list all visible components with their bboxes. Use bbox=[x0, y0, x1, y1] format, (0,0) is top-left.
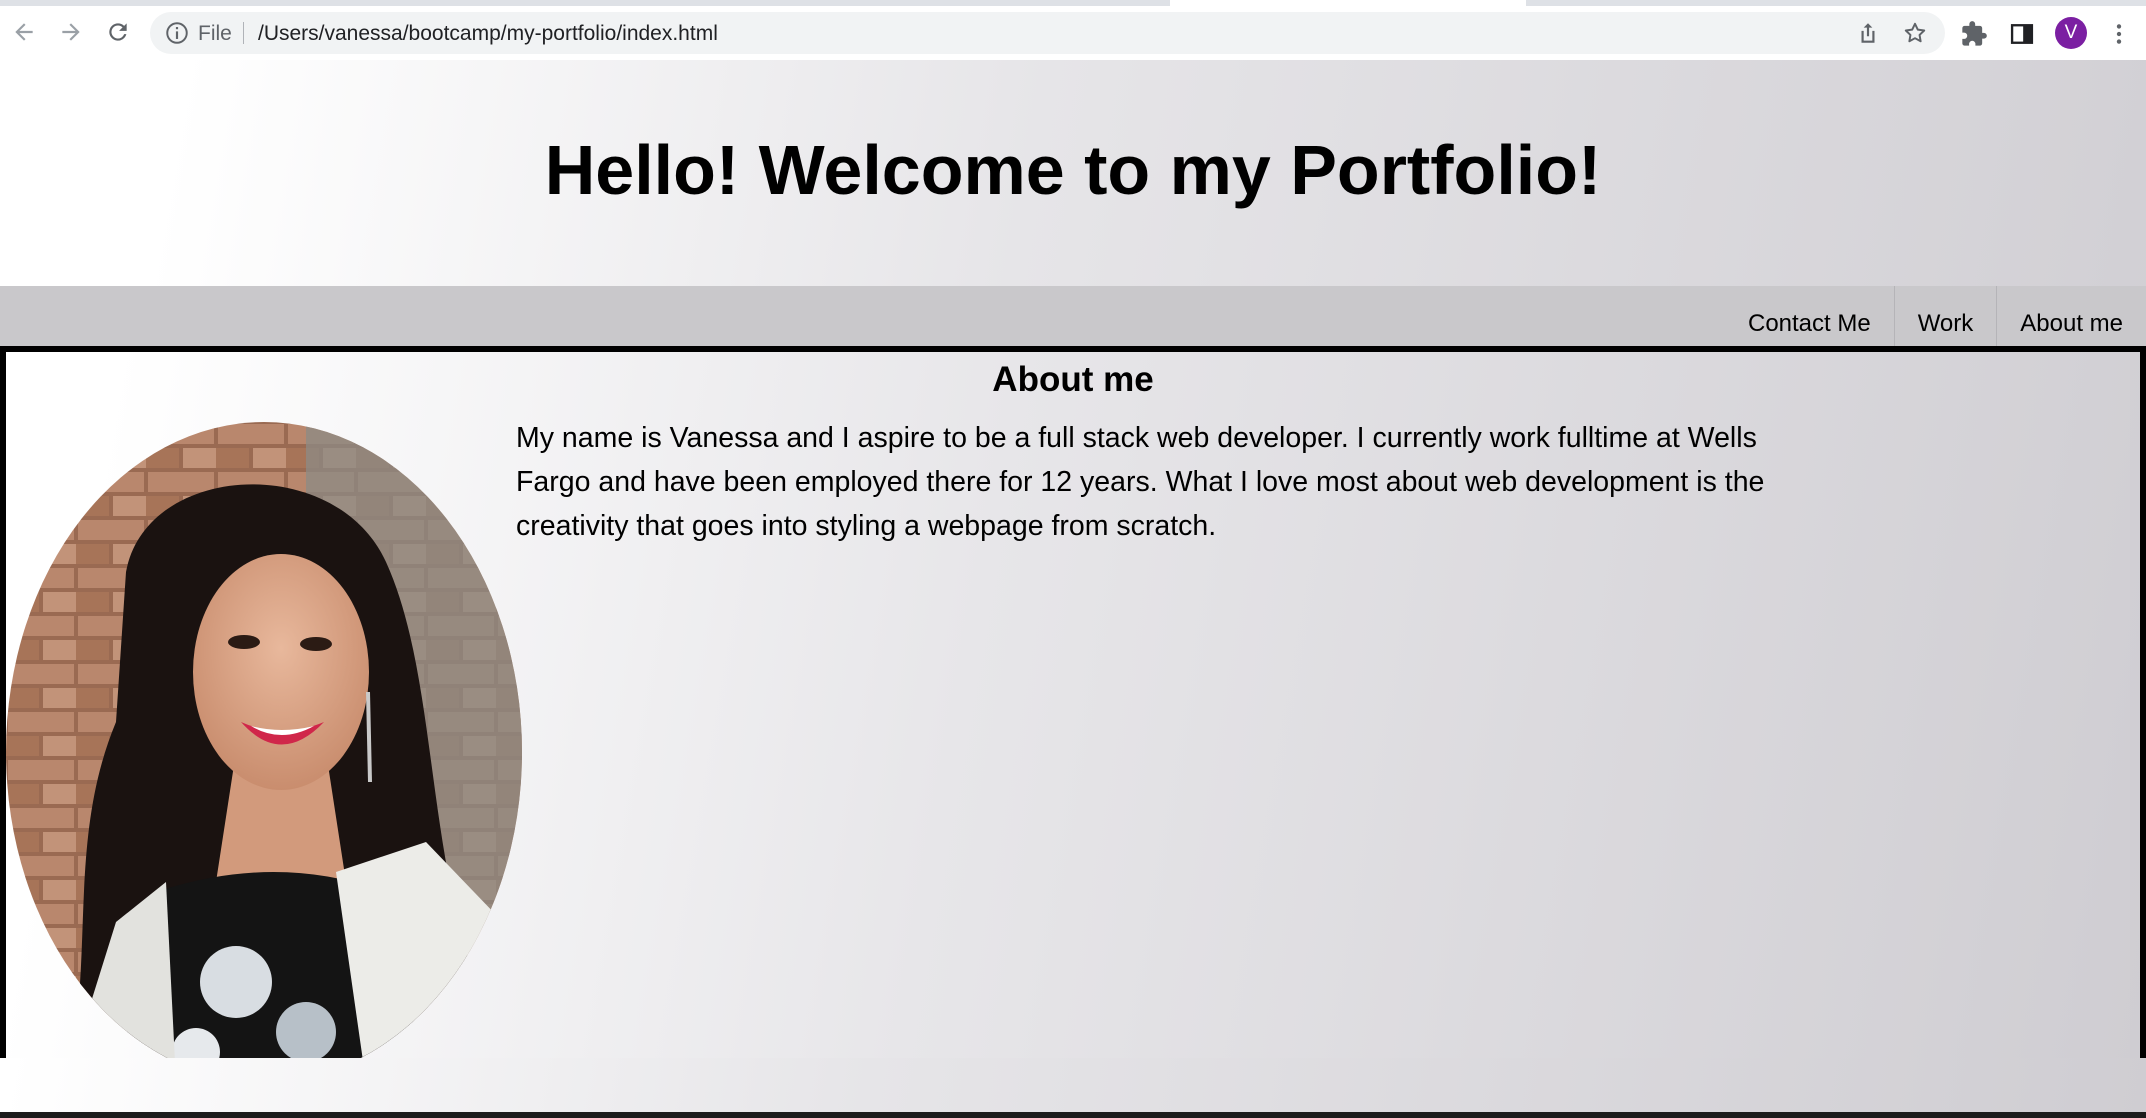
browser-toolbar: File /Users/vanessa/bootcamp/my-portfoli… bbox=[0, 0, 2146, 60]
inactive-tab[interactable] bbox=[0, 0, 1170, 6]
arrow-right-icon[interactable] bbox=[53, 14, 89, 50]
side-panel-icon[interactable] bbox=[2008, 20, 2036, 48]
about-section: About me My name is Vanessa and I aspire… bbox=[0, 346, 2146, 1058]
info-icon[interactable] bbox=[164, 20, 190, 46]
star-icon[interactable] bbox=[1902, 20, 1928, 46]
avatar[interactable]: V bbox=[2055, 17, 2087, 49]
about-heading: About me bbox=[992, 360, 1154, 399]
terminal-strip bbox=[0, 1112, 2146, 1118]
profile-photo bbox=[6, 422, 522, 1058]
page-header: Hello! Welcome to my Portfolio! bbox=[0, 60, 2146, 286]
page-title: Hello! Welcome to my Portfolio! bbox=[544, 131, 1602, 209]
address-bar[interactable]: File /Users/vanessa/bootcamp/my-portfoli… bbox=[150, 12, 1945, 54]
puzzle-icon[interactable] bbox=[1960, 20, 1988, 48]
about-text: My name is Vanessa and I aspire to be a … bbox=[516, 422, 1765, 542]
tab-strip bbox=[0, 0, 2146, 7]
inactive-tab[interactable] bbox=[1526, 0, 2146, 6]
divider bbox=[243, 22, 244, 44]
reload-icon[interactable] bbox=[100, 14, 136, 50]
scheme-label: File bbox=[198, 22, 232, 45]
url-text[interactable]: /Users/vanessa/bootcamp/my-portfolio/ind… bbox=[258, 22, 718, 46]
kebab-menu-icon[interactable] bbox=[2106, 20, 2132, 48]
arrow-left-icon[interactable] bbox=[6, 14, 42, 50]
share-icon[interactable] bbox=[1855, 20, 1881, 46]
